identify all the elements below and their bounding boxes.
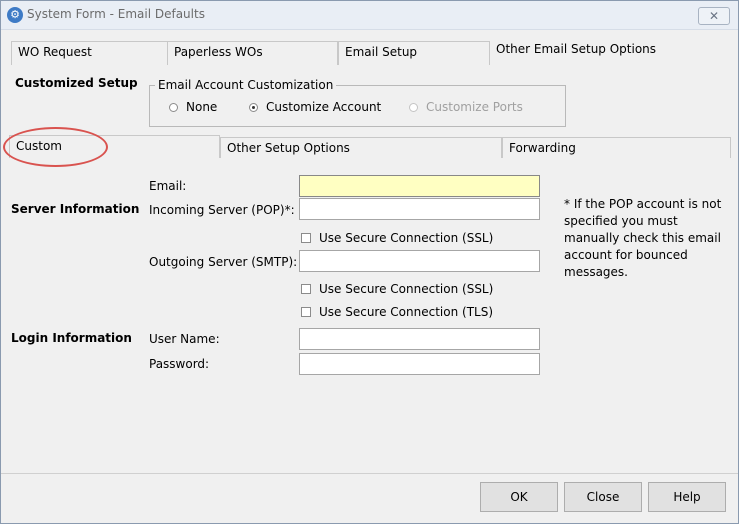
radio-none[interactable]: None [169,100,217,114]
outgoing-ssl-checkbox-box [301,284,311,294]
radio-customize-ports-indicator [409,102,418,112]
server-information-label: Server Information [11,202,140,216]
email-label: Email: [149,179,187,193]
gear-icon: ⚙ [7,7,23,23]
incoming-server-label: Incoming Server (POP)*: [149,203,295,217]
tab-paperless-wos[interactable]: Paperless WOs [167,41,338,65]
help-button[interactable]: Help [648,482,726,512]
incoming-ssl-checkbox[interactable]: Use Secure Connection (SSL) [301,231,493,245]
window-title: System Form - Email Defaults [27,7,205,21]
close-button[interactable]: Close [564,482,642,512]
subtab-other-setup-options[interactable]: Other Setup Options [220,137,502,158]
close-window-button[interactable]: ✕ [698,7,730,25]
outgoing-tls-label: Use Secure Connection (TLS) [319,305,494,319]
password-input[interactable] [299,353,540,375]
login-information-label: Login Information [11,331,132,345]
radio-customize-account-indicator [249,102,258,112]
radio-none-label: None [186,100,218,114]
username-input[interactable] [299,328,540,350]
pop-account-note: * If the POP account is not specified yo… [564,197,722,279]
tab-other-email-setup-options[interactable]: Other Email Setup Options [490,39,670,65]
subtab-forwarding[interactable]: Forwarding [502,137,731,158]
incoming-ssl-label: Use Secure Connection (SSL) [319,231,494,245]
tab-wo-request[interactable]: WO Request [11,41,169,65]
radio-customize-ports[interactable]: Customize Ports [409,100,523,114]
outgoing-server-input[interactable] [299,250,540,272]
tab-email-setup[interactable]: Email Setup [338,41,490,65]
incoming-ssl-checkbox-box [301,233,311,243]
annotation-circle [3,127,108,167]
radio-customize-ports-label: Customize Ports [426,100,523,114]
password-label: Password: [149,357,210,371]
outgoing-ssl-label: Use Secure Connection (SSL) [319,282,494,296]
title-bar: ⚙ System Form - Email Defaults ✕ [1,1,738,30]
customized-setup-label: Customized Setup [15,76,138,90]
username-label: User Name: [149,332,220,346]
radio-customize-account[interactable]: Customize Account [249,100,381,114]
incoming-server-input[interactable] [299,198,540,220]
outgoing-tls-checkbox[interactable]: Use Secure Connection (TLS) [301,305,493,319]
bottom-separator [1,473,738,474]
email-input[interactable] [299,175,540,197]
radio-customize-account-label: Customize Account [266,100,382,114]
radio-none-indicator [169,102,178,112]
ok-button[interactable]: OK [480,482,558,512]
outgoing-ssl-checkbox[interactable]: Use Secure Connection (SSL) [301,282,493,296]
outgoing-server-label: Outgoing Server (SMTP): [149,255,298,269]
email-account-customization-title: Email Account Customization [155,78,337,92]
outgoing-tls-checkbox-box [301,307,311,317]
email-defaults-window: ⚙ System Form - Email Defaults ✕ WO Requ… [0,0,739,524]
